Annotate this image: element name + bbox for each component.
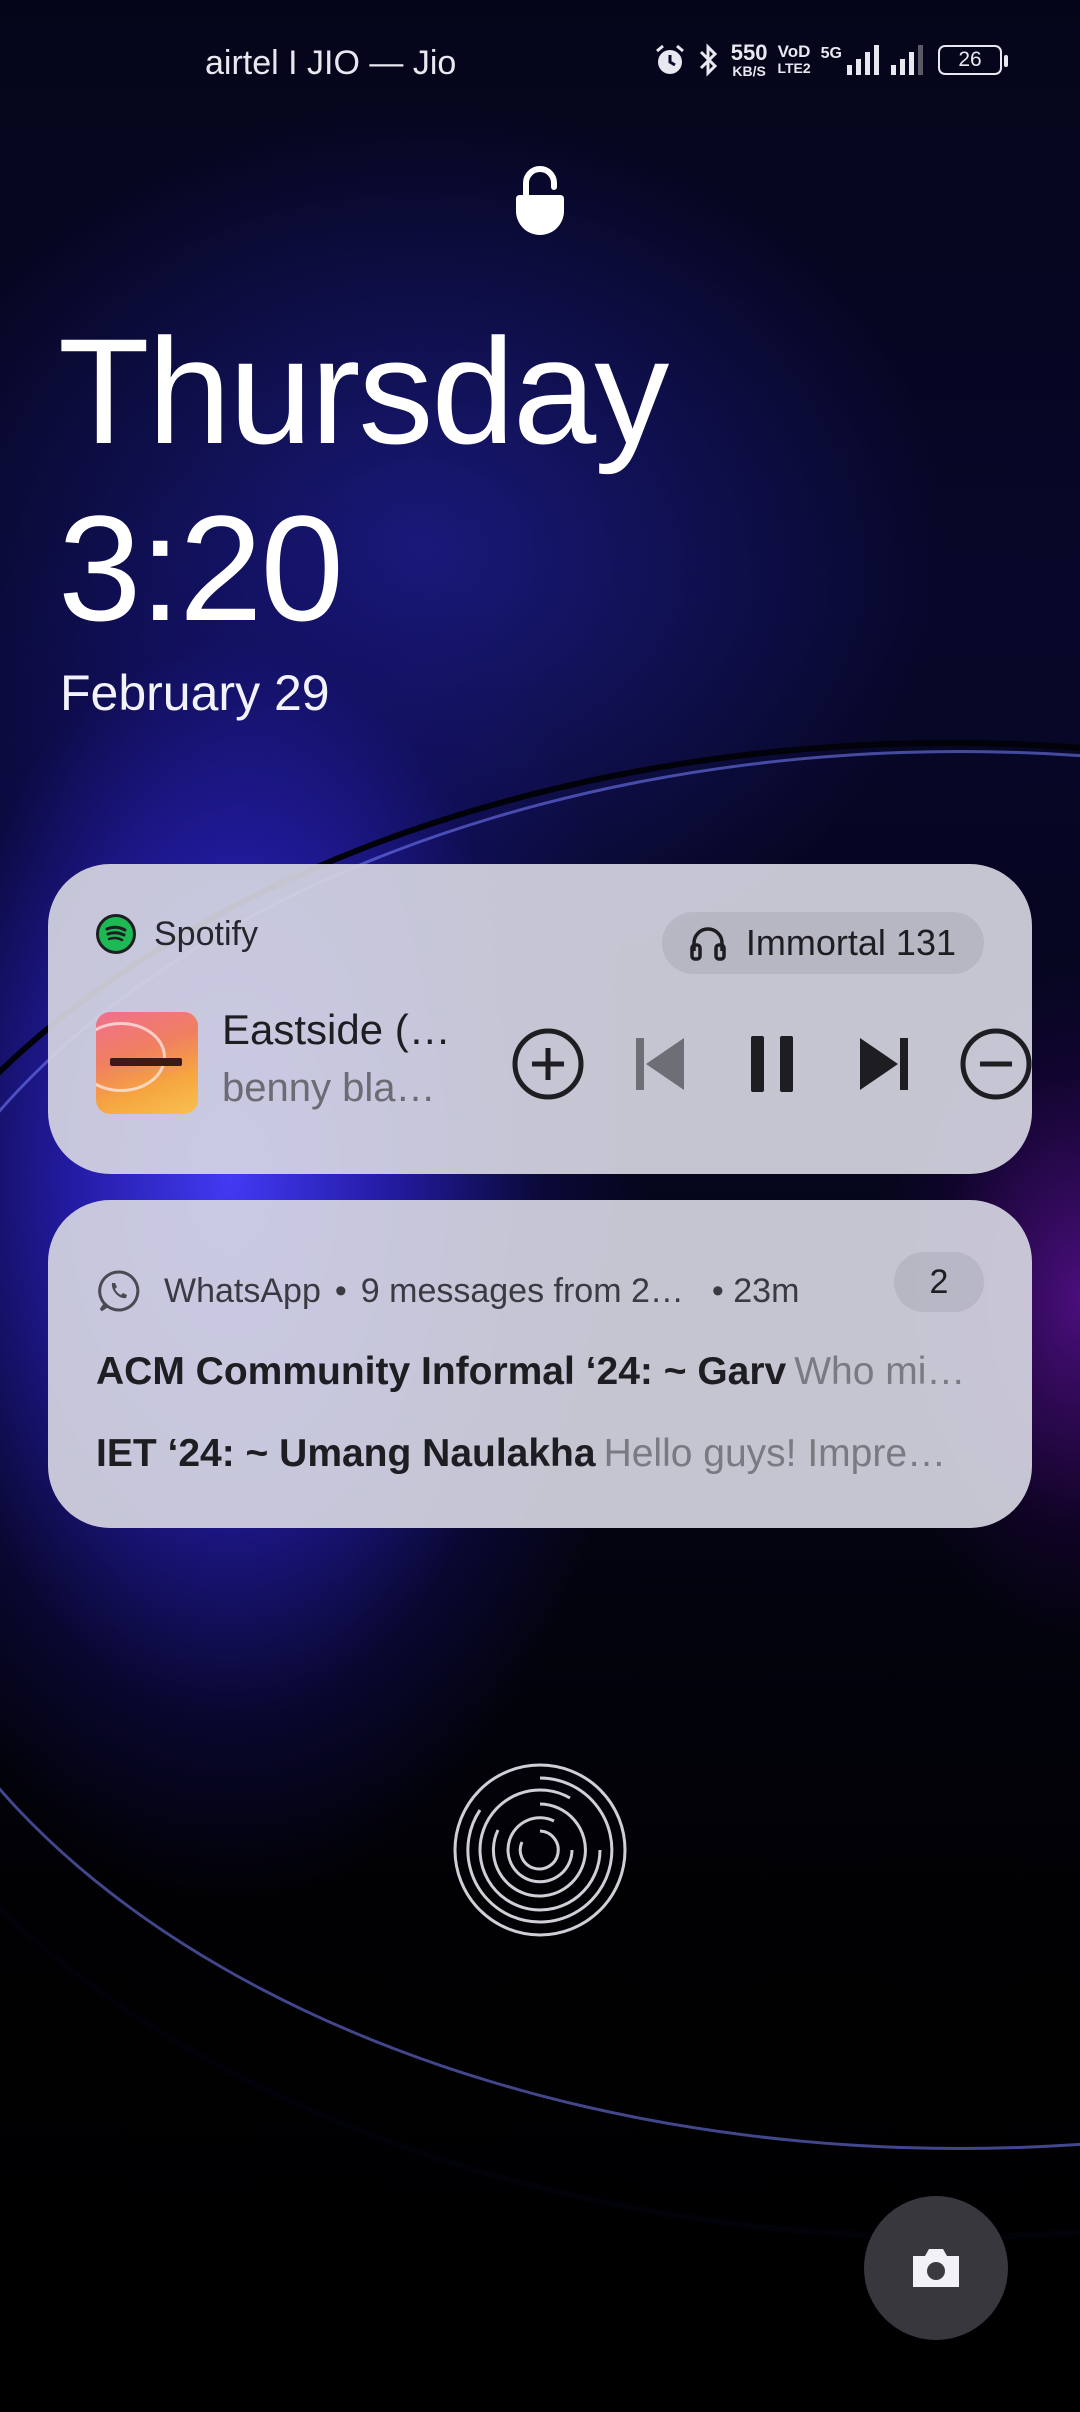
volte-bottom-label: LTE2	[777, 60, 811, 76]
media-app-header: Spotify	[96, 914, 258, 954]
net-speed: 550 KB/S	[730, 40, 768, 79]
whatsapp-notification-card[interactable]: WhatsApp • 9 messages from 2… • 23m 2 AC…	[48, 1200, 1032, 1528]
fingerprint-icon[interactable]	[450, 1760, 630, 1940]
alarm-icon	[655, 44, 684, 74]
volte-top-label: VoD	[777, 42, 811, 61]
camera-icon	[913, 2249, 959, 2287]
date-label: February 29	[60, 665, 330, 721]
spotify-logo-icon	[96, 914, 136, 954]
status-icons: 550 KB/S VoD LTE2 5G 26	[653, 40, 1008, 79]
net-speed-unit: KB/S	[732, 63, 766, 79]
unlocked-padlock-icon[interactable]	[512, 165, 568, 237]
media-app-name: Spotify	[154, 914, 258, 953]
headphones-icon	[690, 927, 726, 961]
pause-button[interactable]	[724, 1016, 820, 1112]
battery-indicator: 26	[938, 45, 1008, 75]
pause-icon	[751, 1036, 793, 1092]
track-info: Eastside (… benny bla…	[222, 1006, 492, 1111]
album-art	[96, 1012, 198, 1114]
next-icon	[860, 1038, 908, 1090]
media-notification-card[interactable]: Spotify Immortal 131 Eastside (… benny b…	[48, 864, 1032, 1174]
message-body: Who mi…	[794, 1350, 966, 1393]
carrier-label: airtel I JIO — Jio	[205, 44, 457, 82]
expand-count-badge[interactable]: 2	[894, 1252, 984, 1312]
signal-5g: 5G	[821, 45, 880, 75]
camera-shortcut-button[interactable]	[864, 2196, 1008, 2340]
previous-icon	[636, 1038, 684, 1090]
previous-button[interactable]	[612, 1016, 708, 1112]
message-row[interactable]: ACM Community Informal ‘24: ~ Garv Who mi…	[96, 1350, 984, 1394]
clock-time: 3:20	[58, 484, 344, 652]
message-row[interactable]: IET ‘24: ~ Umang Naulakha Hello guys! Imp…	[96, 1432, 984, 1476]
network-type-label: 5G	[820, 45, 842, 62]
track-title: Eastside (…	[222, 1006, 451, 1053]
media-controls	[500, 1016, 1040, 1116]
message-sender: ACM Community Informal ‘24: ~ Garv	[96, 1350, 787, 1393]
next-button[interactable]	[836, 1016, 932, 1112]
notification-summary: 9 messages from 2…	[360, 1271, 684, 1310]
whatsapp-icon	[98, 1270, 140, 1312]
add-button[interactable]	[500, 1016, 596, 1112]
notification-app-name: WhatsApp	[164, 1271, 321, 1310]
notification-time: 23m	[733, 1271, 800, 1310]
output-device-chip[interactable]: Immortal 131	[661, 912, 984, 974]
message-body: Hello guys! Impre…	[603, 1432, 947, 1475]
remove-button[interactable]	[948, 1016, 1044, 1112]
notification-time-wrap: • 23m	[711, 1271, 800, 1310]
status-bar: airtel I JIO — Jio 550 KB/S VoD LTE2 5G	[0, 38, 1080, 88]
signal-icon	[891, 45, 923, 75]
signal-icon	[847, 45, 879, 75]
bluetooth-icon	[699, 43, 717, 77]
net-speed-value: 550	[730, 40, 768, 65]
notification-header: WhatsApp • 9 messages from 2… • 23m	[96, 1260, 984, 1322]
volte-indicator: VoD LTE2	[777, 43, 810, 77]
day-label: Thursday	[58, 307, 669, 475]
output-device-label: Immortal 131	[745, 922, 956, 963]
remove-icon	[960, 1028, 1032, 1100]
add-icon	[512, 1028, 584, 1100]
track-artist: benny bla…	[222, 1066, 436, 1110]
message-sender: IET ‘24: ~ Umang Naulakha	[96, 1432, 596, 1475]
